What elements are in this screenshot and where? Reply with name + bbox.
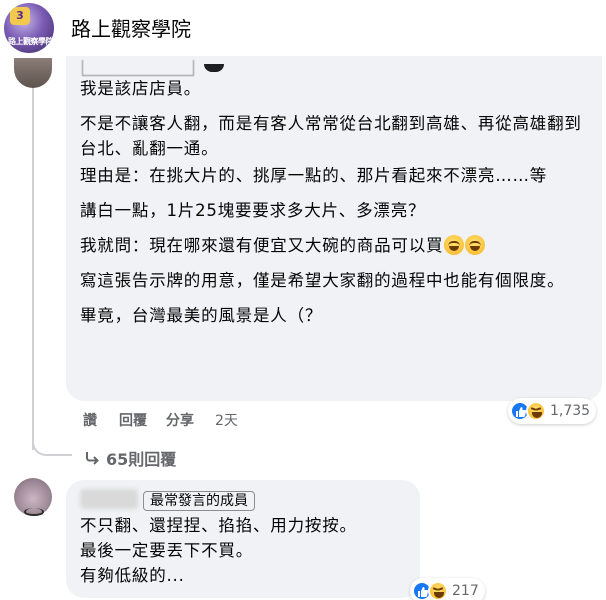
share-action[interactable]: 分享: [166, 410, 194, 430]
reaction-count: 1,735: [550, 403, 591, 419]
member-badge-blurred: [82, 60, 194, 76]
group-header: 3 路上觀察學院 路上觀察學院: [0, 0, 606, 56]
comment-line: 畢竟，台灣最美的風景是人（？: [80, 306, 323, 325]
comment-text: 不只翻、還捏捏、掐掐、用力按按。 最後一定要丟下不買。 有夠低級的...: [80, 513, 410, 588]
haha-reaction-icon: [526, 401, 546, 421]
comment-line: 理由是：在挑大片的、挑厚一點的、那片看起來不漂亮……等: [80, 166, 548, 185]
group-avatar-caption: 路上觀察學院: [8, 37, 54, 46]
thread-line: [32, 72, 34, 450]
comment-actions: 讚 回覆 分享 2天: [83, 410, 238, 430]
more-options-icon[interactable]: [203, 64, 224, 72]
comment-line: 講白一點，1片25塊要要求多大片、多漂亮？: [80, 201, 426, 220]
commenter-avatar[interactable]: [14, 478, 52, 516]
grinning-sweat-emoji-icon: [444, 235, 465, 255]
view-replies-label: 65則回覆: [106, 450, 177, 469]
comment-line: 不是不讓客人翻，而是有客人常常從台北翻到高雄、再從高雄翻到台北、亂翻一通。: [80, 114, 582, 158]
like-action[interactable]: 讚: [83, 410, 97, 430]
thread-connector: [32, 428, 72, 456]
reaction-summary[interactable]: 1,735: [508, 398, 597, 424]
comment-text: 我是該店店員。 不是不讓客人翻，而是有客人常常從台北翻到高雄、再從高雄翻到台北、…: [80, 76, 596, 328]
reply-arrow-icon: [86, 452, 99, 465]
comment-line: 我是該店店員。: [80, 79, 202, 98]
comment-line: 我就問：現在哪來還有便宜又大碗的商品可以買: [80, 233, 596, 258]
top-contributor-badge: 最常發言的成員: [143, 491, 255, 511]
haha-reaction-icon: [428, 581, 448, 600]
comment-line: 最後一定要丟下不買。: [80, 541, 253, 560]
comment-line-text: 我就問：現在哪來還有便宜又大碗的商品可以買: [80, 236, 444, 255]
comment-author-row: [82, 58, 224, 78]
reply-action[interactable]: 回覆: [119, 410, 147, 430]
author-name-blurred[interactable]: [80, 489, 138, 509]
reaction-count: 217: [452, 583, 479, 599]
comment-timestamp[interactable]: 2天: [215, 410, 238, 430]
group-avatar-badge: 3: [10, 7, 30, 25]
comment-line: 有夠低級的...: [80, 566, 185, 585]
comment-line: 不只翻、還捏捏、掐掐、用力按按。: [80, 516, 357, 535]
group-name[interactable]: 路上觀察學院: [71, 13, 191, 42]
reaction-summary[interactable]: 217: [410, 578, 485, 600]
commenter-avatar[interactable]: [14, 58, 52, 88]
group-avatar[interactable]: 3 路上觀察學院: [4, 3, 54, 53]
grinning-sweat-emoji-icon: [465, 235, 486, 255]
view-replies-link[interactable]: 65則回覆: [84, 446, 176, 470]
comment-line: 寫這張告示牌的用意，僅是希望大家翻的過程中也能有個限度。: [80, 271, 565, 290]
